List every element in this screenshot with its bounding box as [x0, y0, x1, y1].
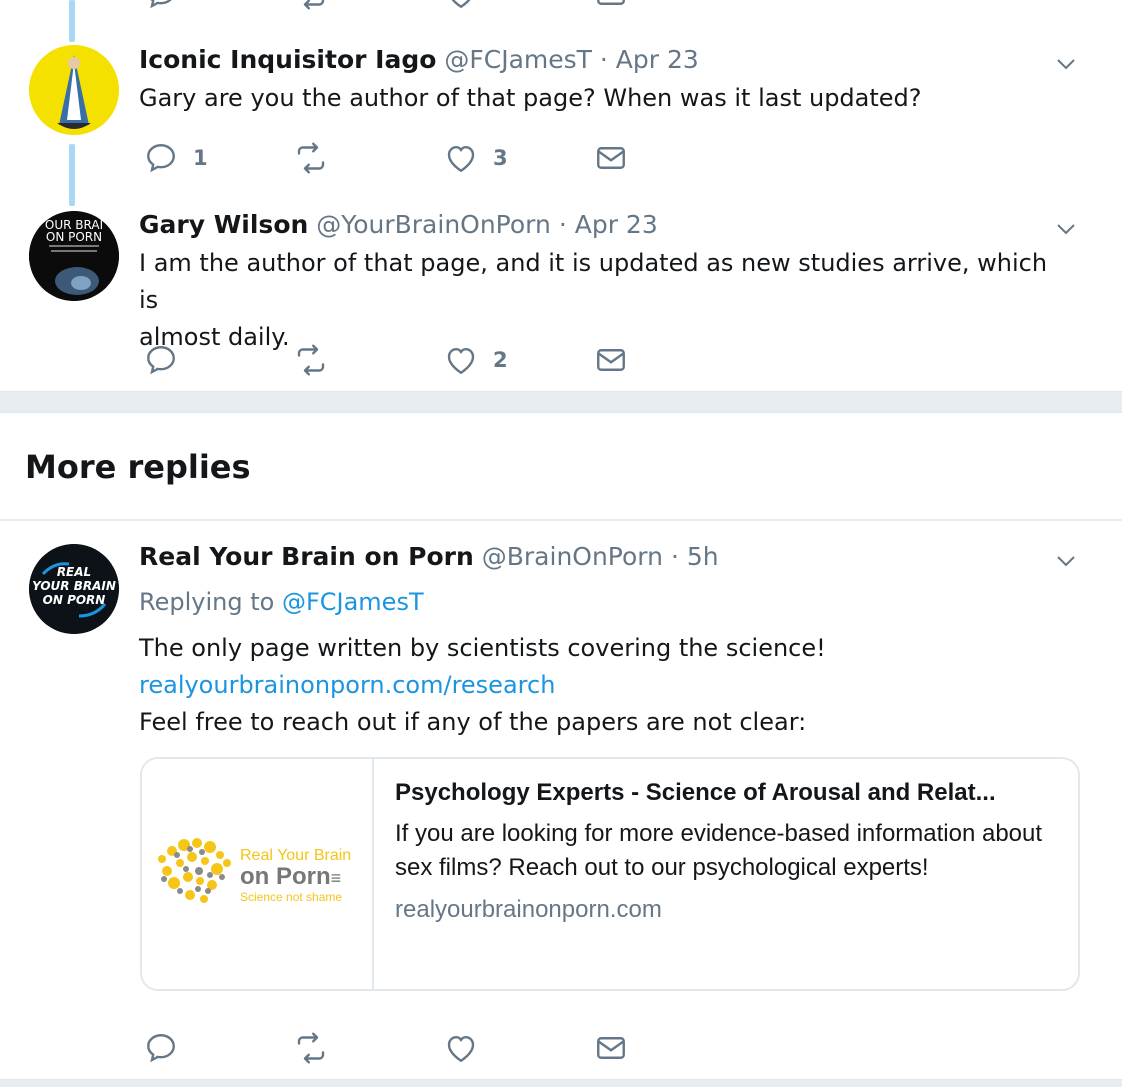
- menu-lines-glyph: ≡: [330, 868, 342, 888]
- caret-down-icon[interactable]: [1054, 217, 1078, 241]
- section-divider: [0, 391, 1122, 413]
- like-icon: [451, 0, 471, 9]
- logo-line2-text: on Porn: [240, 863, 331, 890]
- retweet-button[interactable]: [293, 0, 329, 14]
- retweet-icon: [297, 1032, 325, 1064]
- divider: [0, 519, 1122, 521]
- reply-button[interactable]: 1: [143, 138, 208, 178]
- like-button[interactable]: [443, 0, 479, 14]
- replying-to: Replying to @FCJamesT: [139, 588, 424, 616]
- handle[interactable]: @FCJamesT: [444, 45, 592, 74]
- avatar-text: OUR BRAI ON PORN: [29, 219, 119, 243]
- dm-icon: [597, 349, 625, 371]
- dot-separator: ·: [670, 542, 679, 571]
- reply-icon: [147, 346, 175, 375]
- retweet-button[interactable]: [293, 138, 329, 178]
- tweet-text-line: The only page written by scientists cove…: [139, 634, 826, 662]
- dm-icon: [597, 147, 625, 169]
- display-name[interactable]: Iconic Inquisitor Iago: [139, 45, 436, 74]
- reply-icon: [147, 1034, 175, 1063]
- dm-icon: [597, 0, 625, 5]
- avatar[interactable]: [29, 45, 119, 135]
- thread-line-mid: [69, 144, 75, 206]
- timestamp[interactable]: Apr 23: [616, 45, 699, 74]
- timestamp[interactable]: Apr 23: [575, 210, 658, 239]
- reply-button[interactable]: [143, 1028, 179, 1068]
- retweet-icon: [297, 142, 325, 174]
- caret-down-icon[interactable]: [1054, 52, 1078, 76]
- avatar-text-line: REAL: [56, 565, 92, 579]
- thread-line-top: [69, 0, 75, 42]
- link-preview-card[interactable]: Real Your Brain on Porn≡ Science not sha…: [140, 757, 1080, 991]
- retweet-button[interactable]: [293, 340, 329, 380]
- dm-button[interactable]: [593, 1028, 629, 1068]
- dm-button[interactable]: [593, 340, 629, 380]
- timestamp[interactable]: 5h: [687, 542, 719, 571]
- like-button[interactable]: 2: [443, 340, 508, 380]
- card-description: If you are looking for more evidence-bas…: [395, 820, 1043, 881]
- like-button[interactable]: 3: [443, 138, 508, 178]
- avatar[interactable]: OUR BRAI ON PORN: [29, 211, 119, 301]
- like-count: 3: [493, 146, 508, 170]
- retweet-icon: [303, 0, 325, 10]
- avatar-text-line: YOUR BRAIN: [32, 579, 116, 593]
- tweet-text: Gary are you the author of that page? Wh…: [139, 84, 922, 112]
- retweet-icon: [297, 344, 325, 376]
- tweet-text-line: Feel free to reach out if any of the pap…: [139, 708, 807, 736]
- logo-tagline: Science not shame: [240, 890, 343, 904]
- dot-separator: ·: [599, 45, 608, 74]
- card-thumbnail: Real Your Brain on Porn≡ Science not sha…: [142, 759, 374, 989]
- card-body: Psychology Experts - Science of Arousal …: [395, 777, 1065, 927]
- tweet-link[interactable]: realyourbrainonporn.com/research: [139, 667, 1069, 704]
- avatar-text-line: ON PORN: [42, 593, 106, 607]
- bottom-divider: [0, 1079, 1122, 1087]
- madonna-avatar-image: [29, 45, 119, 135]
- like-icon: [447, 347, 475, 375]
- like-icon: [447, 1035, 475, 1063]
- replying-to-label: Replying to: [139, 588, 275, 616]
- display-name[interactable]: Real Your Brain on Porn: [139, 542, 474, 571]
- reply-button[interactable]: [143, 0, 179, 14]
- avatar[interactable]: REAL YOUR BRAIN ON PORN: [29, 544, 119, 634]
- display-name[interactable]: Gary Wilson: [139, 210, 308, 239]
- tweet-text: The only page written by scientists cove…: [139, 630, 1069, 741]
- caret-down-icon[interactable]: [1054, 549, 1078, 573]
- replying-to-handle[interactable]: @FCJamesT: [282, 588, 424, 616]
- avatar-text: REAL YOUR BRAIN ON PORN: [29, 565, 119, 607]
- tweet-text-line: I am the author of that page, and it is …: [139, 249, 1048, 314]
- dm-icon: [597, 1037, 625, 1059]
- reply-icon: [147, 144, 175, 173]
- like-button[interactable]: [443, 1028, 479, 1068]
- dot-separator: ·: [558, 210, 567, 239]
- reply-count: 1: [193, 146, 208, 170]
- logo-text: Real Your Brain on Porn≡ Science not sha…: [240, 847, 351, 904]
- reply-icon: [150, 0, 172, 9]
- reply-button[interactable]: [143, 340, 179, 380]
- dm-button[interactable]: [593, 0, 629, 14]
- card-domain: realyourbrainonporn.com: [395, 896, 662, 923]
- handle[interactable]: @YourBrainOnPorn: [316, 210, 551, 239]
- handle[interactable]: @BrainOnPorn: [482, 542, 663, 571]
- like-icon: [447, 145, 475, 173]
- tweet-header: Iconic Inquisitor Iago @FCJamesT · Apr 2…: [139, 45, 699, 74]
- retweet-button[interactable]: [293, 1028, 329, 1068]
- avatar-text-line: ON PORN: [45, 230, 103, 244]
- tweet-header: Real Your Brain on Porn @BrainOnPorn · 5…: [139, 542, 719, 571]
- dm-button[interactable]: [593, 138, 629, 178]
- more-replies-heading: More replies: [25, 448, 251, 486]
- card-title: Psychology Experts - Science of Arousal …: [395, 779, 996, 806]
- like-count: 2: [493, 348, 508, 372]
- tweet-header: Gary Wilson @YourBrainOnPorn · Apr 23: [139, 210, 658, 239]
- logo-line2: on Porn≡: [240, 865, 351, 890]
